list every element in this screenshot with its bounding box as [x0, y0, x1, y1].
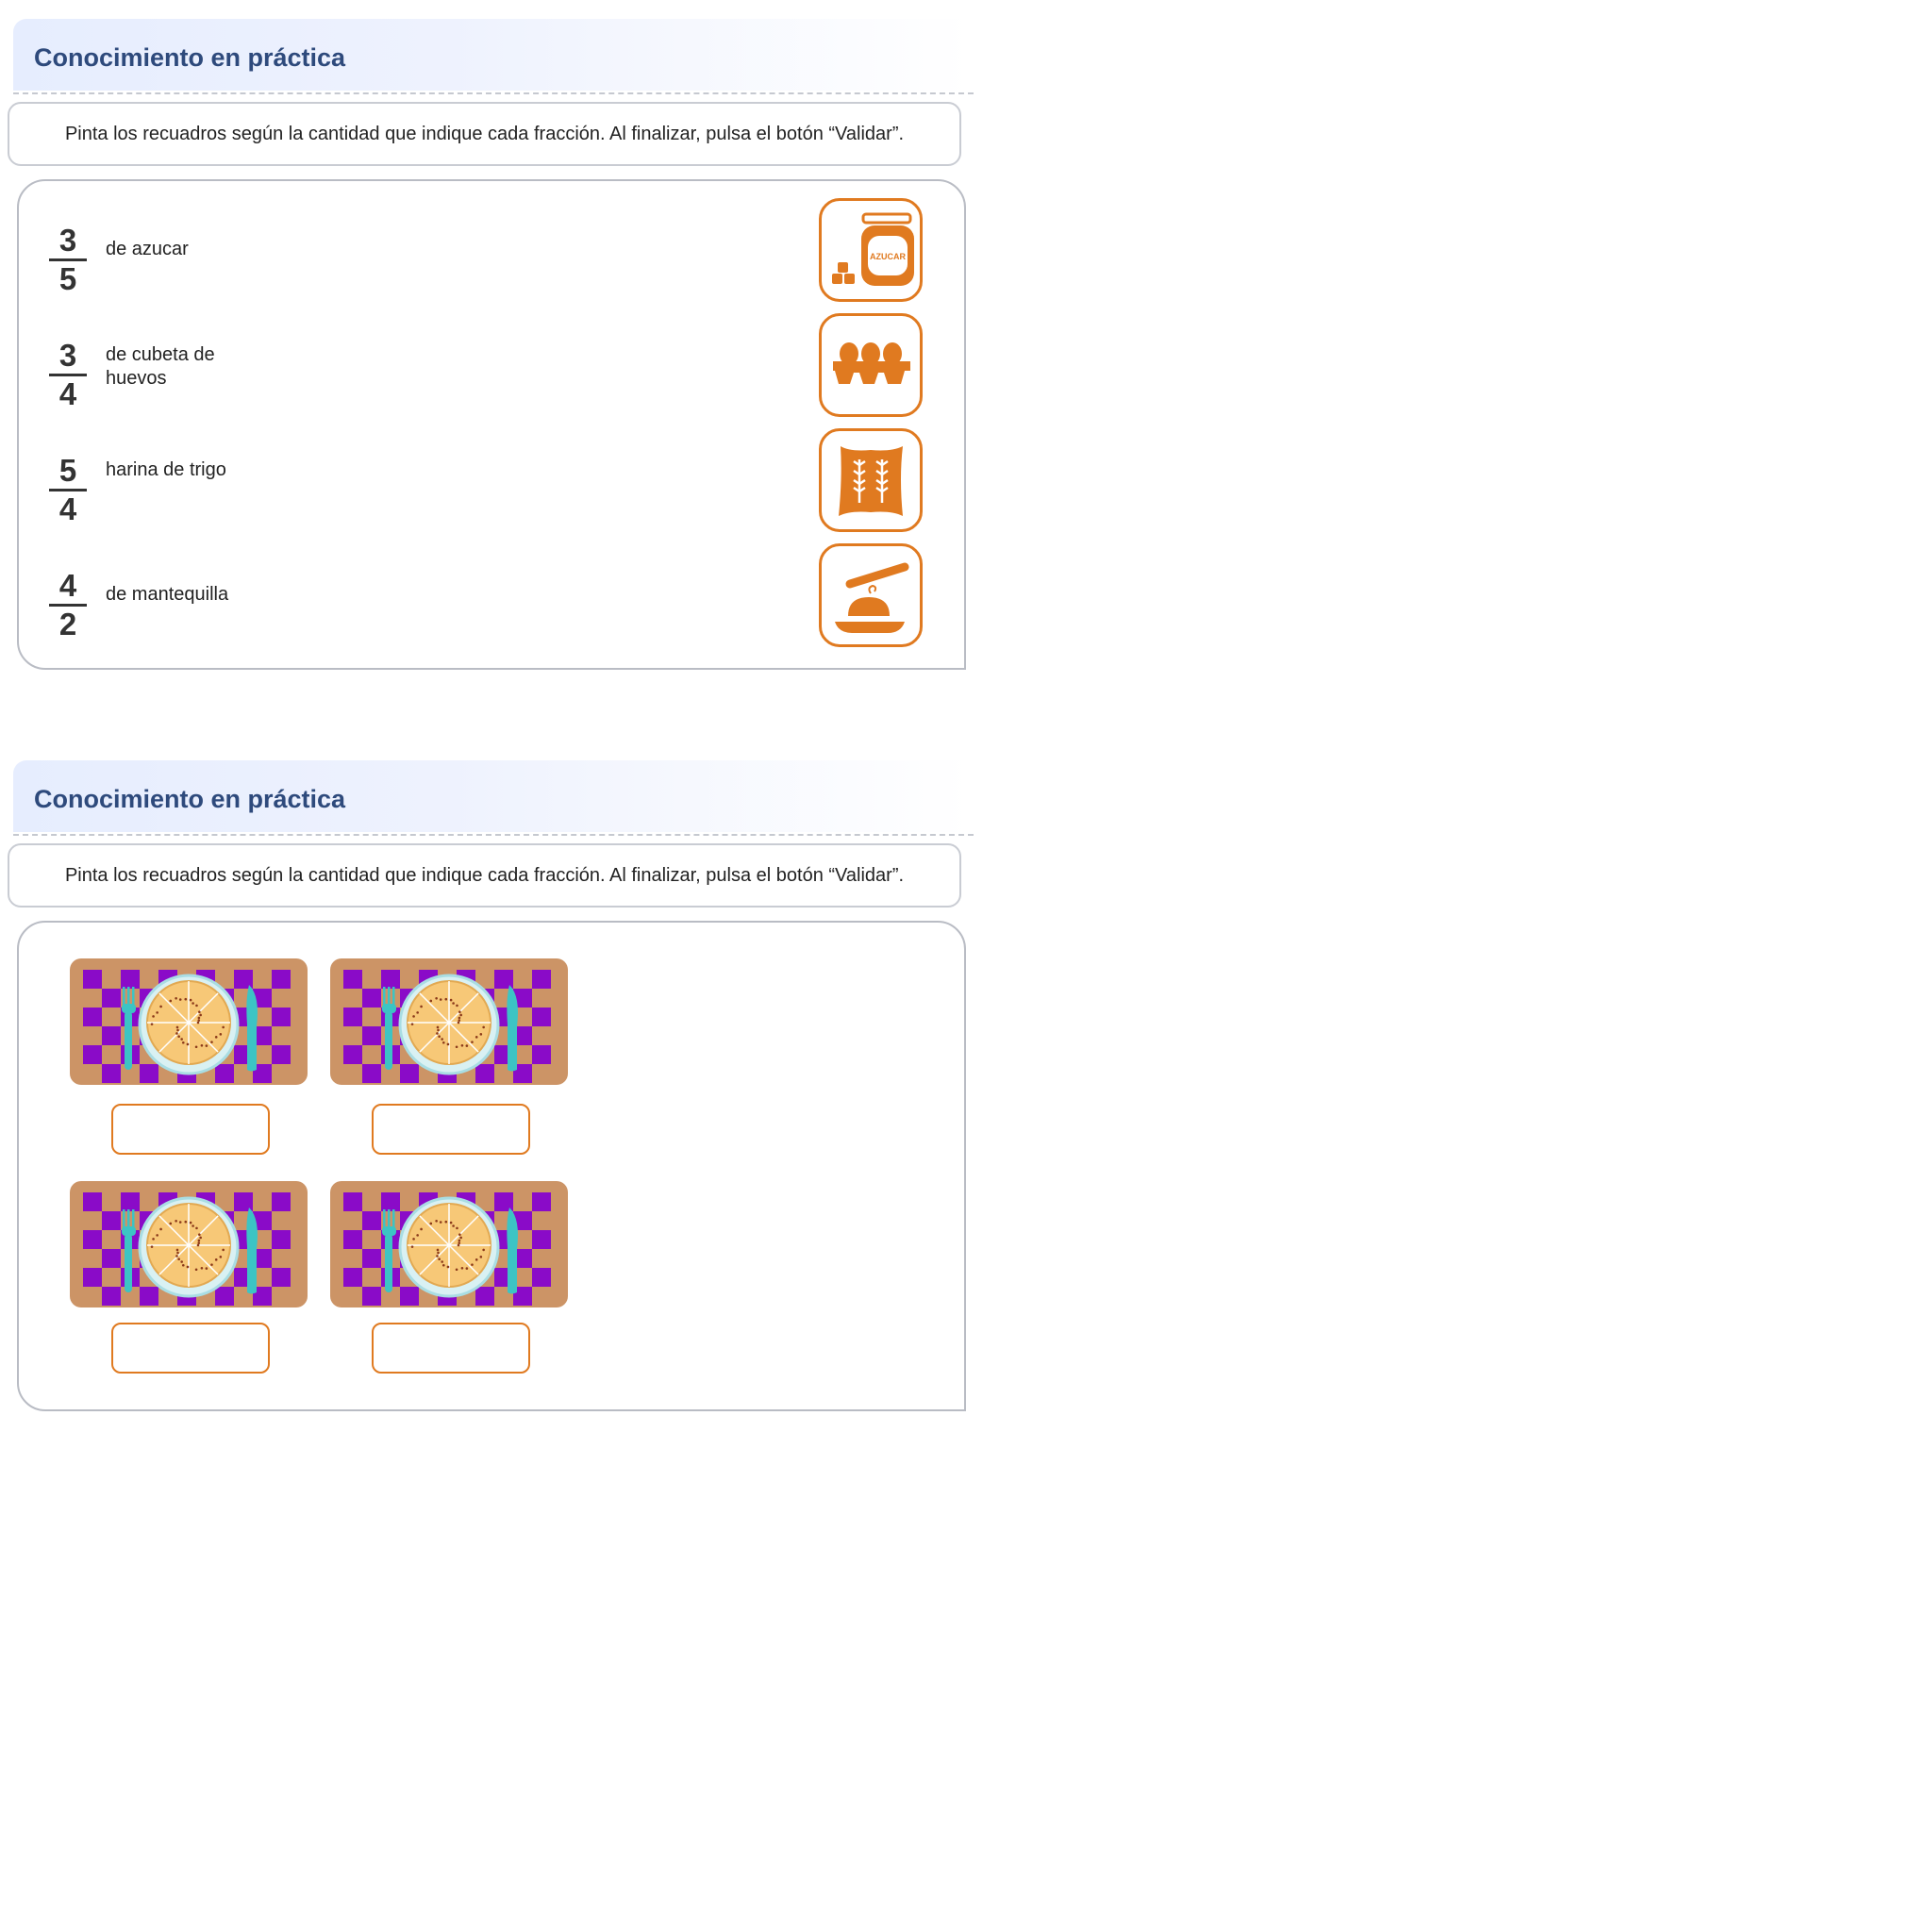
fraction-row-eggs: 3 4 de cubeta de huevos	[19, 313, 964, 417]
pizza-placemat-icon	[330, 1181, 568, 1307]
exercise-header: Conocimiento en práctica	[13, 19, 971, 91]
pizza-card[interactable]	[70, 1181, 308, 1307]
pizza-panel	[17, 921, 966, 1411]
answer-input[interactable]	[372, 1104, 530, 1155]
answer-input[interactable]	[372, 1323, 530, 1374]
header-divider	[13, 834, 974, 836]
fraction-label: de mantequilla	[106, 584, 229, 605]
fraction-row-butter: 4 2 de mantequilla	[19, 543, 964, 647]
pizza-placemat-icon	[330, 958, 568, 1085]
fraction-label: de azucar	[106, 239, 189, 259]
fraction-denominator: 5	[58, 261, 77, 296]
fractions-panel: 3 5 de azucar AZUCAR 3 4 de cubeta de hu…	[17, 179, 966, 670]
pizza-card[interactable]	[330, 958, 568, 1085]
fraction-numerator: 5	[58, 453, 77, 488]
sugar-jar-icon[interactable]: AZUCAR	[819, 198, 923, 302]
pizza-placemat-icon	[70, 1181, 308, 1307]
pizza-card[interactable]	[70, 958, 308, 1085]
fraction-numerator: 3	[58, 338, 77, 373]
instruction-box: Pinta los recuadros según la cantidad qu…	[8, 843, 961, 908]
fraction: 3 4	[49, 340, 87, 410]
fraction-denominator: 4	[58, 376, 77, 411]
answer-input[interactable]	[111, 1323, 270, 1374]
flour-sack-icon[interactable]	[819, 428, 923, 532]
fraction: 3 5	[49, 225, 87, 295]
pizza-placemat-icon	[70, 958, 308, 1085]
fraction-denominator: 4	[58, 491, 77, 526]
jar-label: AZUCAR	[870, 252, 906, 261]
fraction: 5 4	[49, 455, 87, 525]
egg-carton-icon[interactable]	[819, 313, 923, 417]
fraction-row-sugar: 3 5 de azucar AZUCAR	[19, 198, 964, 302]
exercise-header: Conocimiento en práctica	[13, 760, 971, 832]
fraction-numerator: 4	[58, 568, 77, 603]
butter-dish-icon[interactable]	[819, 543, 923, 647]
instruction-text: Pinta los recuadros según la cantidad qu…	[64, 864, 905, 886]
fraction-numerator: 3	[58, 223, 77, 258]
fraction-label: harina de trigo	[106, 459, 226, 480]
fraction-denominator: 2	[58, 607, 77, 641]
fraction-label: de cubeta de huevos	[106, 344, 215, 389]
answer-input[interactable]	[111, 1104, 270, 1155]
fraction-row-flour: 5 4 harina de trigo	[19, 428, 964, 532]
instruction-box: Pinta los recuadros según la cantidad qu…	[8, 102, 961, 166]
instruction-text: Pinta los recuadros según la cantidad qu…	[64, 123, 905, 144]
header-divider	[13, 92, 974, 94]
exercise-title: Conocimiento en práctica	[34, 785, 346, 813]
exercise-title: Conocimiento en práctica	[34, 43, 346, 72]
pizza-card[interactable]	[330, 1181, 568, 1307]
fraction: 4 2	[49, 570, 87, 641]
